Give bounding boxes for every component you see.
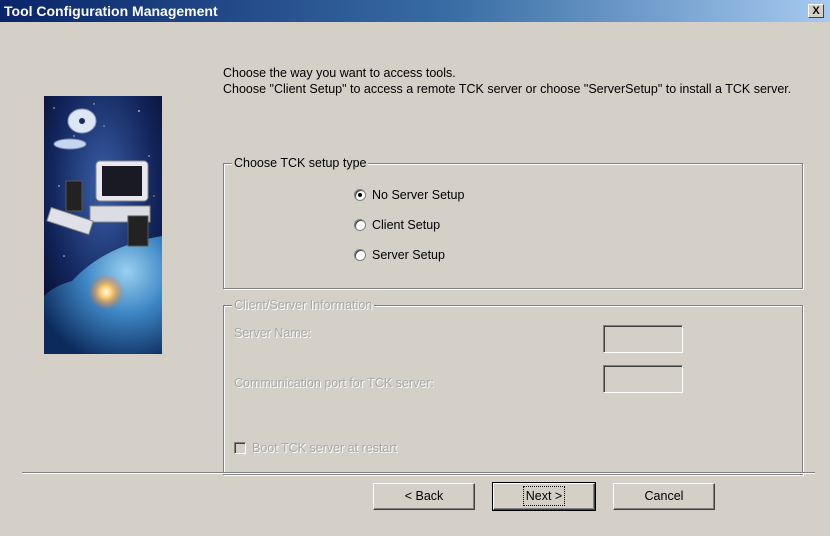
boot-server-checkbox[interactable]	[234, 442, 246, 454]
boot-server-checkbox-row[interactable]: Boot TCK server at restart	[234, 441, 397, 455]
boot-server-label: Boot TCK server at restart	[252, 441, 397, 455]
radio-indicator[interactable]	[354, 249, 366, 261]
intro-line-2: Choose "Client Setup" to access a remote…	[223, 82, 792, 96]
divider	[22, 472, 815, 474]
server-name-label: Server Name:	[234, 326, 312, 340]
dialog-body: Choose the way you want to access tools.…	[0, 22, 830, 536]
title-bar: Tool Configuration Management X	[0, 0, 830, 22]
radio-indicator[interactable]	[354, 219, 366, 231]
close-button[interactable]: X	[808, 4, 824, 18]
client-server-group: Client/Server Information Server Name: C…	[223, 298, 803, 475]
wizard-illustration	[44, 96, 162, 354]
radio-label: Client Setup	[372, 218, 441, 232]
radio-no-server-setup[interactable]: No Server Setup	[354, 186, 464, 204]
intro-line-1: Choose the way you want to access tools.	[223, 66, 456, 80]
space-computer-image	[44, 96, 162, 354]
radio-client-setup[interactable]: Client Setup	[354, 216, 440, 234]
cancel-label: Cancel	[644, 489, 684, 503]
next-button[interactable]: Next >	[492, 482, 596, 511]
back-button[interactable]: < Back	[373, 483, 475, 510]
next-label: Next >	[522, 486, 566, 506]
back-label: < Back	[404, 489, 444, 503]
port-label: Communication port for TCK server:	[234, 376, 434, 390]
radio-label: No Server Setup	[372, 188, 465, 202]
radio-server-setup[interactable]: Server Setup	[354, 246, 445, 264]
intro-text: Choose the way you want to access tools.…	[223, 65, 803, 97]
setup-type-group: Choose TCK setup type No Server Setup Cl…	[223, 156, 803, 289]
radio-indicator[interactable]	[354, 189, 366, 201]
window-title: Tool Configuration Management	[4, 3, 218, 19]
port-field[interactable]	[603, 365, 683, 393]
cancel-button[interactable]: Cancel	[613, 483, 715, 510]
server-name-field[interactable]	[603, 325, 683, 353]
client-server-legend: Client/Server Information	[232, 298, 375, 312]
radio-label: Server Setup	[372, 248, 445, 262]
setup-type-legend: Choose TCK setup type	[232, 156, 369, 170]
